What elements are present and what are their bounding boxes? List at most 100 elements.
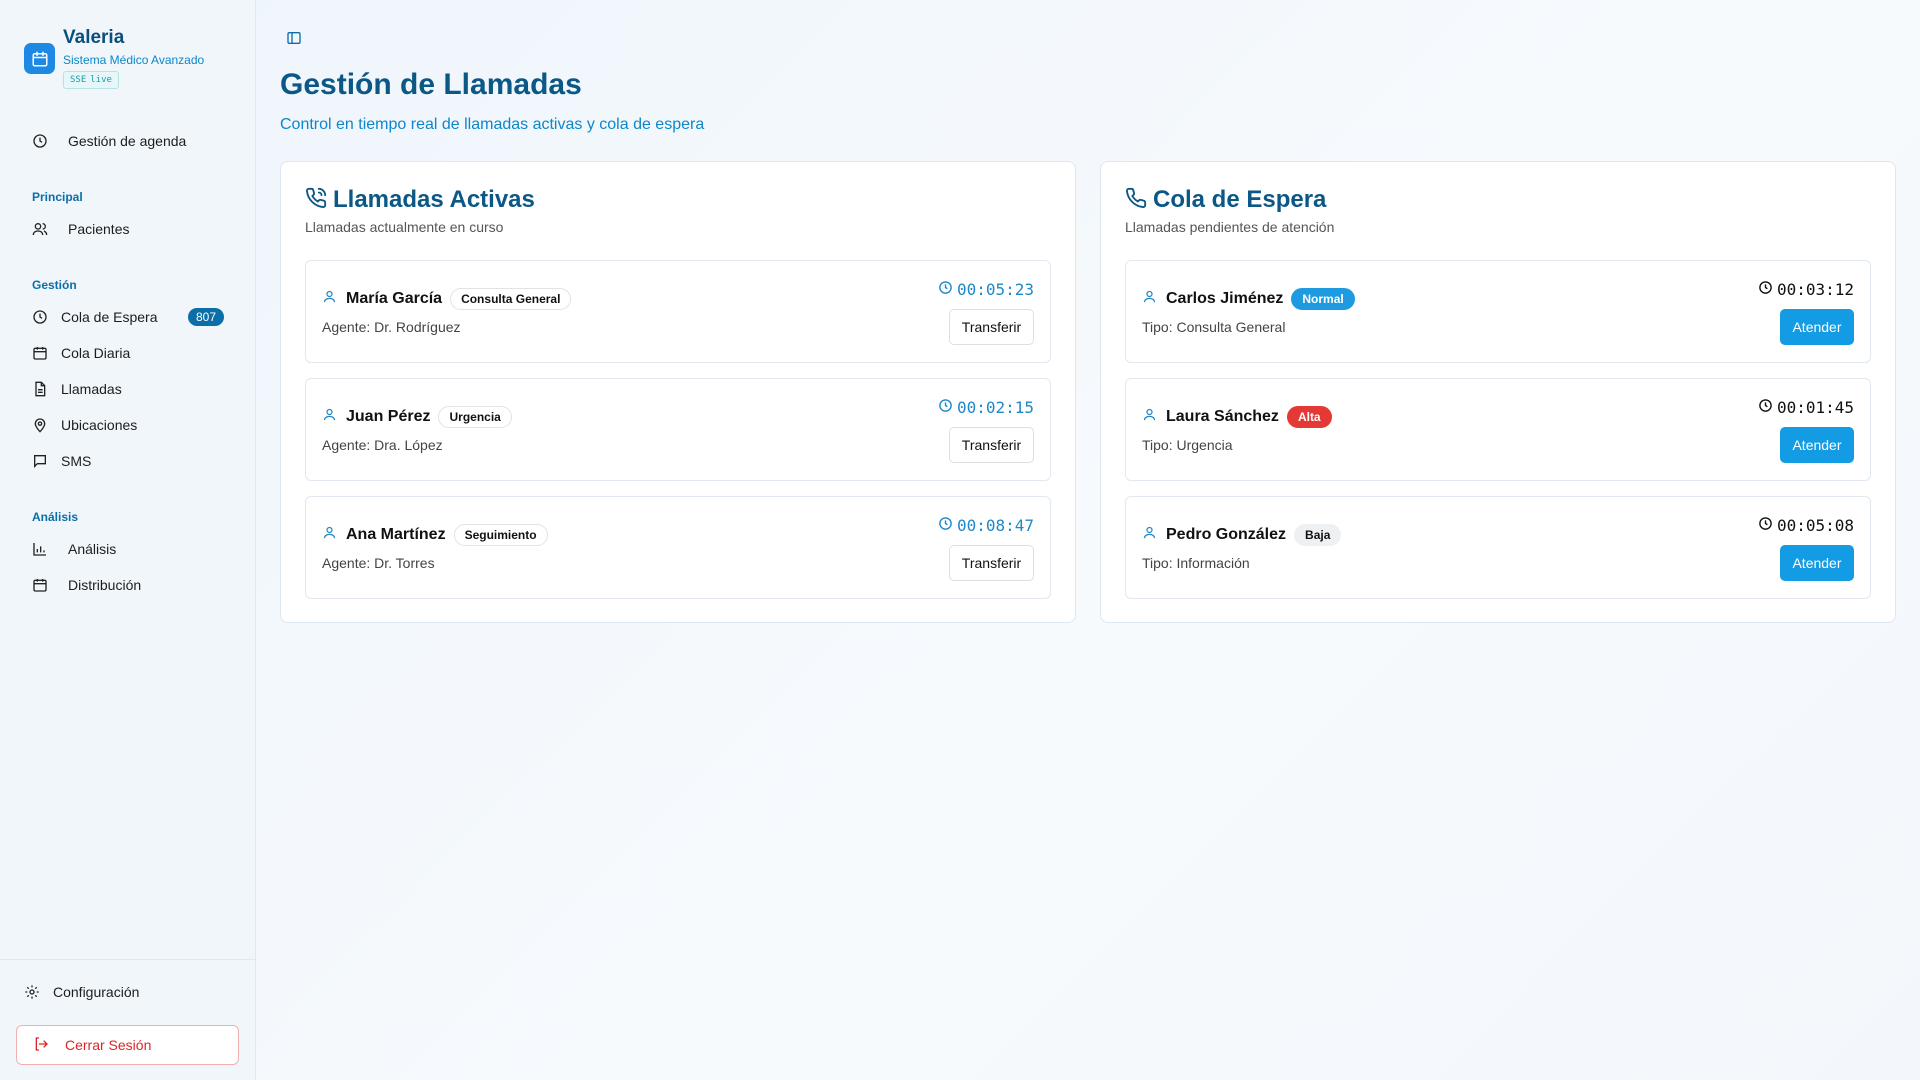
agent-label: Agente: Dr. Rodríguez bbox=[322, 319, 461, 335]
clock-icon bbox=[938, 398, 953, 417]
call-duration: 00:05:23 bbox=[956, 280, 1034, 299]
card-title: Llamadas Activas bbox=[333, 186, 535, 213]
nav-item-gestion-agenda[interactable]: Gestión de agenda bbox=[16, 123, 240, 159]
caller-name: Juan Pérez bbox=[346, 408, 431, 425]
sse-label: SSE bbox=[70, 75, 87, 85]
call-type-label: Tipo: Consulta General bbox=[1142, 319, 1286, 335]
priority-badge: Alta bbox=[1286, 406, 1332, 428]
brand-title: Valeria bbox=[63, 27, 125, 48]
call-timer: 00:08:47 bbox=[938, 516, 1034, 535]
message-icon bbox=[32, 453, 48, 469]
agent-label: Agente: Dra. López bbox=[322, 437, 443, 453]
nav-item-configuracion[interactable]: Configuración bbox=[16, 974, 240, 1010]
wait-timer: 00:01:45 bbox=[1758, 398, 1854, 417]
users-icon bbox=[32, 221, 48, 237]
card-title: Cola de Espera bbox=[1153, 186, 1327, 213]
clock-icon bbox=[32, 133, 48, 149]
attend-button[interactable]: Atender bbox=[1780, 427, 1854, 463]
transfer-button[interactable]: Transferir bbox=[949, 545, 1034, 581]
phone-icon bbox=[1125, 187, 1147, 214]
nav-item-sms[interactable]: SMS bbox=[16, 443, 240, 479]
logout-button[interactable]: Cerrar Sesión bbox=[16, 1025, 239, 1065]
nav-item-label: Configuración bbox=[53, 984, 140, 1000]
calendar-logo-icon bbox=[24, 43, 55, 74]
attend-button[interactable]: Atender bbox=[1780, 309, 1854, 345]
clock-icon bbox=[1758, 516, 1773, 535]
nav-section-analisis: Análisis bbox=[32, 510, 79, 524]
waiting-queue-card: Cola de Espera Llamadas pendientes de at… bbox=[1100, 161, 1896, 623]
nav-item-label: Gestión de agenda bbox=[68, 133, 187, 149]
call-duration: 00:02:15 bbox=[956, 398, 1034, 417]
user-icon bbox=[1142, 289, 1157, 309]
nav-item-label: Cola de Espera bbox=[61, 309, 158, 325]
sidebar-footer: Configuración Cerrar Sesión bbox=[0, 959, 256, 1080]
user-icon bbox=[1142, 525, 1157, 545]
queue-call-row: Pedro González Baja Tipo: Información 00… bbox=[1125, 496, 1871, 599]
sidebar-toggle-icon[interactable] bbox=[286, 30, 302, 46]
gear-icon bbox=[24, 984, 40, 1000]
active-call-row: Juan Pérez Urgencia Agente: Dra. López 0… bbox=[305, 378, 1051, 481]
page-subtitle: Control en tiempo real de llamadas activ… bbox=[280, 116, 705, 133]
agent-label: Agente: Dr. Torres bbox=[322, 555, 435, 571]
card-description: Llamadas pendientes de atención bbox=[1125, 219, 1335, 235]
live-label: live bbox=[90, 75, 112, 85]
nav-item-llamadas[interactable]: Llamadas bbox=[16, 371, 240, 407]
wait-timer: 00:05:08 bbox=[1758, 516, 1854, 535]
brand: Valeria Sistema Médico Avanzado SSE live bbox=[24, 26, 204, 89]
transfer-button[interactable]: Transferir bbox=[949, 427, 1034, 463]
phone-call-icon bbox=[305, 187, 327, 214]
clock-icon bbox=[938, 280, 953, 299]
card-header: Cola de Espera bbox=[1125, 186, 1326, 214]
nav-section-gestion: Gestión bbox=[32, 278, 77, 292]
page-title: Gestión de Llamadas bbox=[280, 68, 582, 101]
call-timer: 00:02:15 bbox=[938, 398, 1034, 417]
call-type-badge: Consulta General bbox=[450, 288, 572, 310]
active-call-row: Ana Martínez Seguimiento Agente: Dr. Tor… bbox=[305, 496, 1051, 599]
nav-item-cola-diaria[interactable]: Cola Diaria bbox=[16, 335, 240, 371]
call-type-label: Tipo: Información bbox=[1142, 555, 1250, 571]
user-icon bbox=[322, 407, 337, 427]
sidebar: Valeria Sistema Médico Avanzado SSE live… bbox=[0, 0, 256, 1080]
nav-item-label: SMS bbox=[61, 453, 92, 469]
clock-icon bbox=[1758, 280, 1773, 299]
nav-item-label: Distribución bbox=[68, 577, 142, 593]
wait-duration: 00:03:12 bbox=[1776, 280, 1854, 299]
user-icon bbox=[322, 525, 337, 545]
nav-item-label: Pacientes bbox=[68, 221, 130, 237]
caller-name: Carlos Jiménez bbox=[1166, 290, 1284, 307]
nav-item-pacientes[interactable]: Pacientes bbox=[16, 211, 240, 247]
clock-icon bbox=[1758, 398, 1773, 417]
call-type-badge: Seguimiento bbox=[453, 524, 548, 546]
brand-subtitle: Sistema Médico Avanzado bbox=[63, 53, 205, 67]
nav-item-distribucion[interactable]: Distribución bbox=[16, 567, 240, 603]
call-duration: 00:08:47 bbox=[956, 516, 1034, 535]
nav-item-label: Análisis bbox=[68, 541, 117, 557]
nav-item-label: Ubicaciones bbox=[61, 417, 138, 433]
file-icon bbox=[32, 381, 48, 397]
active-calls-card: Llamadas Activas Llamadas actualmente en… bbox=[280, 161, 1076, 623]
bar-chart-icon bbox=[32, 541, 48, 557]
nav-item-cola-espera[interactable]: Cola de Espera 807 bbox=[16, 299, 240, 335]
active-call-row: María García Consulta General Agente: Dr… bbox=[305, 260, 1051, 363]
priority-badge: Normal bbox=[1291, 288, 1355, 310]
map-pin-icon bbox=[32, 417, 48, 433]
user-icon bbox=[1142, 407, 1157, 427]
caller-name: María García bbox=[346, 290, 443, 307]
calendar-icon bbox=[32, 345, 48, 361]
wait-timer: 00:03:12 bbox=[1758, 280, 1854, 299]
sse-live-badge: SSE live bbox=[63, 71, 119, 89]
transfer-button[interactable]: Transferir bbox=[949, 309, 1034, 345]
wait-duration: 00:01:45 bbox=[1776, 398, 1854, 417]
attend-button[interactable]: Atender bbox=[1780, 545, 1854, 581]
caller-name: Ana Martínez bbox=[346, 526, 446, 543]
wait-duration: 00:05:08 bbox=[1776, 516, 1854, 535]
queue-call-row: Laura Sánchez Alta Tipo: Urgencia 00:01:… bbox=[1125, 378, 1871, 481]
clock-icon bbox=[32, 309, 48, 325]
calendar-icon bbox=[32, 577, 48, 593]
nav-item-analisis[interactable]: Análisis bbox=[16, 531, 240, 567]
nav-item-label: Cola Diaria bbox=[61, 345, 131, 361]
queue-call-row: Carlos Jiménez Normal Tipo: Consulta Gen… bbox=[1125, 260, 1871, 363]
caller-name: Laura Sánchez bbox=[1166, 408, 1279, 425]
call-type-label: Tipo: Urgencia bbox=[1142, 437, 1233, 453]
nav-item-ubicaciones[interactable]: Ubicaciones bbox=[16, 407, 240, 443]
